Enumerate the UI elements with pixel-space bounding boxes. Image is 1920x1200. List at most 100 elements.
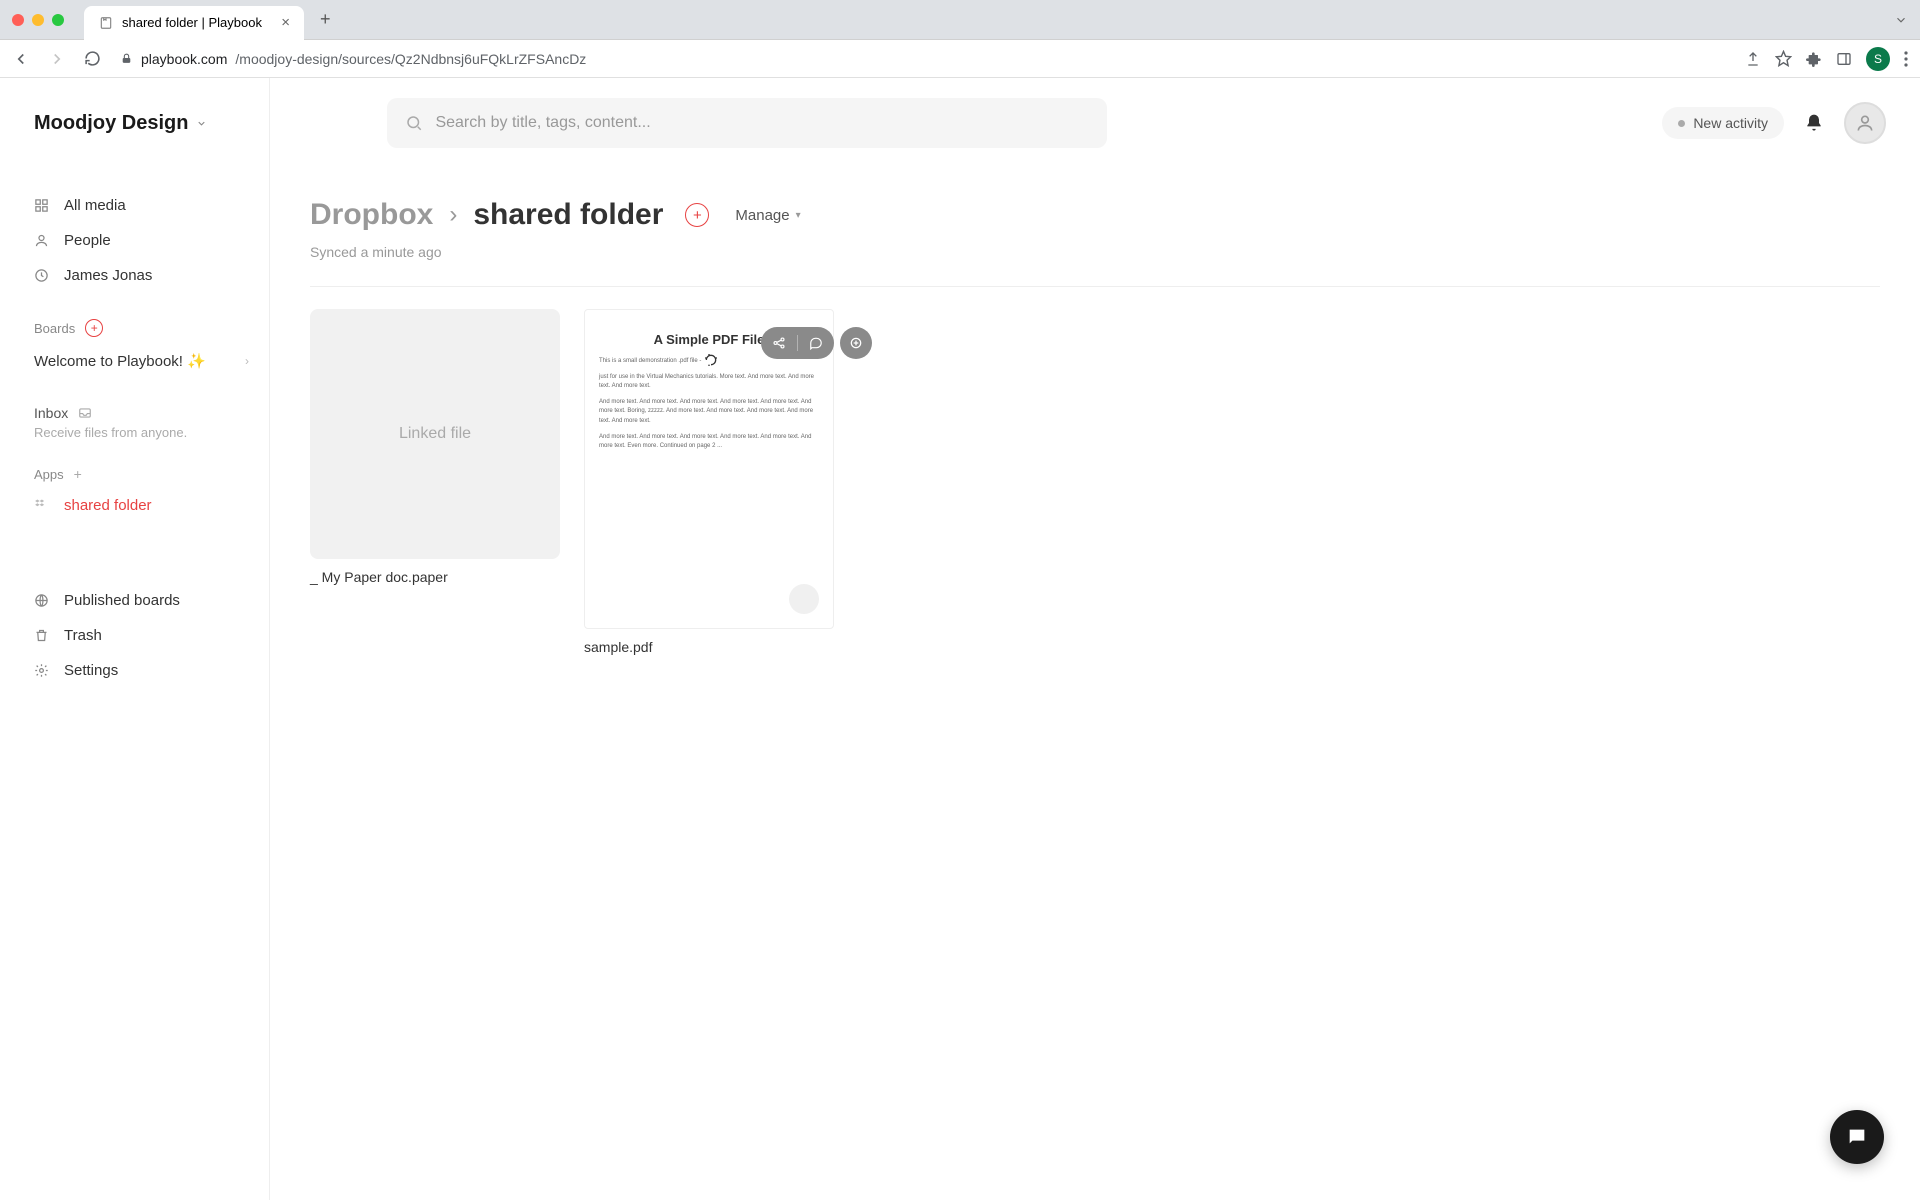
chevron-right-icon: › <box>245 354 249 368</box>
sidebar-item-published[interactable]: Published boards <box>34 583 249 618</box>
sidebar-item-label: James Jonas <box>64 267 152 284</box>
inbox-icon <box>78 406 92 420</box>
lock-icon <box>120 52 133 65</box>
sidebar-item-label: All media <box>64 197 126 214</box>
sidebar-item-inbox[interactable]: Inbox <box>34 405 249 421</box>
url-host: playbook.com <box>141 51 227 67</box>
app-body: All media People James Jonas Boards + We… <box>0 78 1920 1200</box>
more-actions-button[interactable] <box>840 327 872 359</box>
search-icon <box>405 114 423 132</box>
address-bar: playbook.com/moodjoy-design/sources/Qz2N… <box>0 40 1920 78</box>
person-icon <box>34 233 52 248</box>
file-grid: Linked file _ My Paper doc.paper A Simpl… <box>310 309 1880 655</box>
heading-label: Boards <box>34 321 75 336</box>
sidebar-heading-boards: Boards + <box>34 319 249 337</box>
sidebar-item-label: Settings <box>64 662 118 679</box>
sidebar-item-label: Published boards <box>64 592 180 609</box>
breadcrumb: Dropbox › shared folder + Manage ▾ <box>310 198 1880 232</box>
dropbox-icon <box>34 498 52 513</box>
file-name: _ My Paper doc.paper <box>310 569 560 585</box>
new-activity-label: New activity <box>1693 115 1768 131</box>
close-icon[interactable]: × <box>281 14 290 31</box>
bell-icon[interactable] <box>1804 113 1824 133</box>
favorite-button[interactable] <box>789 584 819 614</box>
sidebar-item-recent-user[interactable]: James Jonas <box>34 258 249 293</box>
comment-button[interactable] <box>806 333 826 353</box>
sidebar-board-item[interactable]: Welcome to Playbook! ✨ › <box>34 343 249 379</box>
tab-favicon <box>98 15 114 31</box>
sidebar-item-label: shared folder <box>64 497 152 514</box>
browser-actions: S <box>1745 47 1908 71</box>
chevron-down-icon <box>196 118 207 129</box>
workspace-switcher[interactable]: Moodjoy Design <box>34 112 207 135</box>
thumb-text: Linked file <box>399 425 471 443</box>
extensions-icon[interactable] <box>1806 51 1822 67</box>
grid-icon <box>34 198 52 213</box>
sidebar-bottom: Published boards Trash Settings <box>34 583 249 688</box>
breadcrumb-current: shared folder <box>473 198 663 232</box>
sidebar-item-label: Trash <box>64 627 102 644</box>
search-bar[interactable] <box>387 98 1107 148</box>
search-input[interactable] <box>435 114 1089 132</box>
sidebar: All media People James Jonas Boards + We… <box>0 78 270 1200</box>
sidebar-item-all-media[interactable]: All media <box>34 188 249 223</box>
reload-button[interactable] <box>84 50 108 67</box>
add-item-button[interactable]: + <box>685 203 709 227</box>
url-path: /moodjoy-design/sources/Qz2Ndbnsj6uFQkLr… <box>235 51 586 67</box>
file-card[interactable]: Linked file _ My Paper doc.paper <box>310 309 560 585</box>
sidebar-app-shared-folder[interactable]: shared folder <box>34 488 249 523</box>
pdf-preview-line: And more text. And more text. And more t… <box>599 398 819 427</box>
manage-label: Manage <box>735 207 789 224</box>
new-tab-button[interactable]: + <box>312 5 339 34</box>
forward-button[interactable] <box>48 50 72 68</box>
sync-status: Synced a minute ago <box>310 244 1880 260</box>
action-cluster <box>761 327 834 359</box>
sidebar-item-people[interactable]: People <box>34 223 249 258</box>
file-card[interactable]: A Simple PDF File This is a small demons… <box>584 309 834 655</box>
chevron-down-icon[interactable] <box>1894 13 1908 27</box>
window-close[interactable] <box>12 14 24 26</box>
breadcrumb-separator: › <box>449 201 457 229</box>
file-hover-actions <box>761 327 872 359</box>
inbox-label-text: Inbox <box>34 405 68 421</box>
kebab-icon[interactable] <box>1904 51 1908 67</box>
window-maximize[interactable] <box>52 14 64 26</box>
gear-icon <box>34 663 52 678</box>
sidepanel-icon[interactable] <box>1836 51 1852 67</box>
pdf-preview-line: just for use in the Virtual Mechanics tu… <box>599 373 819 392</box>
divider <box>797 335 798 351</box>
add-board-button[interactable]: + <box>85 319 103 337</box>
breadcrumb-root[interactable]: Dropbox <box>310 198 433 232</box>
share-button[interactable] <box>769 333 789 353</box>
sidebar-item-label: People <box>64 232 111 249</box>
sidebar-item-settings[interactable]: Settings <box>34 653 249 688</box>
window-controls <box>12 14 64 26</box>
browser-tab[interactable]: shared folder | Playbook × <box>84 6 304 40</box>
clock-icon <box>34 268 52 283</box>
activity-dot-icon <box>1678 120 1685 127</box>
topbar-actions: New activity <box>1662 102 1886 144</box>
file-thumbnail: Linked file <box>310 309 560 559</box>
star-icon[interactable] <box>1775 50 1792 67</box>
new-activity-button[interactable]: New activity <box>1662 107 1784 139</box>
app-topbar: Moodjoy Design New activity <box>0 78 1920 168</box>
browser-tab-strip: shared folder | Playbook × + <box>0 0 1920 40</box>
chat-fab[interactable] <box>1830 1110 1884 1164</box>
window-minimize[interactable] <box>32 14 44 26</box>
sidebar-item-trash[interactable]: Trash <box>34 618 249 653</box>
chevron-down-icon: ▾ <box>796 210 801 221</box>
add-app-button[interactable]: + <box>74 466 82 482</box>
trash-icon <box>34 628 52 643</box>
pdf-preview-line: And more text. And more text. And more t… <box>599 433 819 452</box>
url-field[interactable]: playbook.com/moodjoy-design/sources/Qz2N… <box>120 51 1733 67</box>
manage-button[interactable]: Manage ▾ <box>735 207 800 224</box>
profile-initial: S <box>1874 52 1882 66</box>
board-label: Welcome to Playbook! ✨ <box>34 352 206 370</box>
sidebar-heading-apps: Apps + <box>34 466 249 482</box>
share-icon[interactable] <box>1745 51 1761 67</box>
main-content: Dropbox › shared folder + Manage ▾ Synce… <box>270 78 1920 1200</box>
divider <box>310 286 1880 287</box>
avatar[interactable] <box>1844 102 1886 144</box>
back-button[interactable] <box>12 50 36 68</box>
browser-profile[interactable]: S <box>1866 47 1890 71</box>
